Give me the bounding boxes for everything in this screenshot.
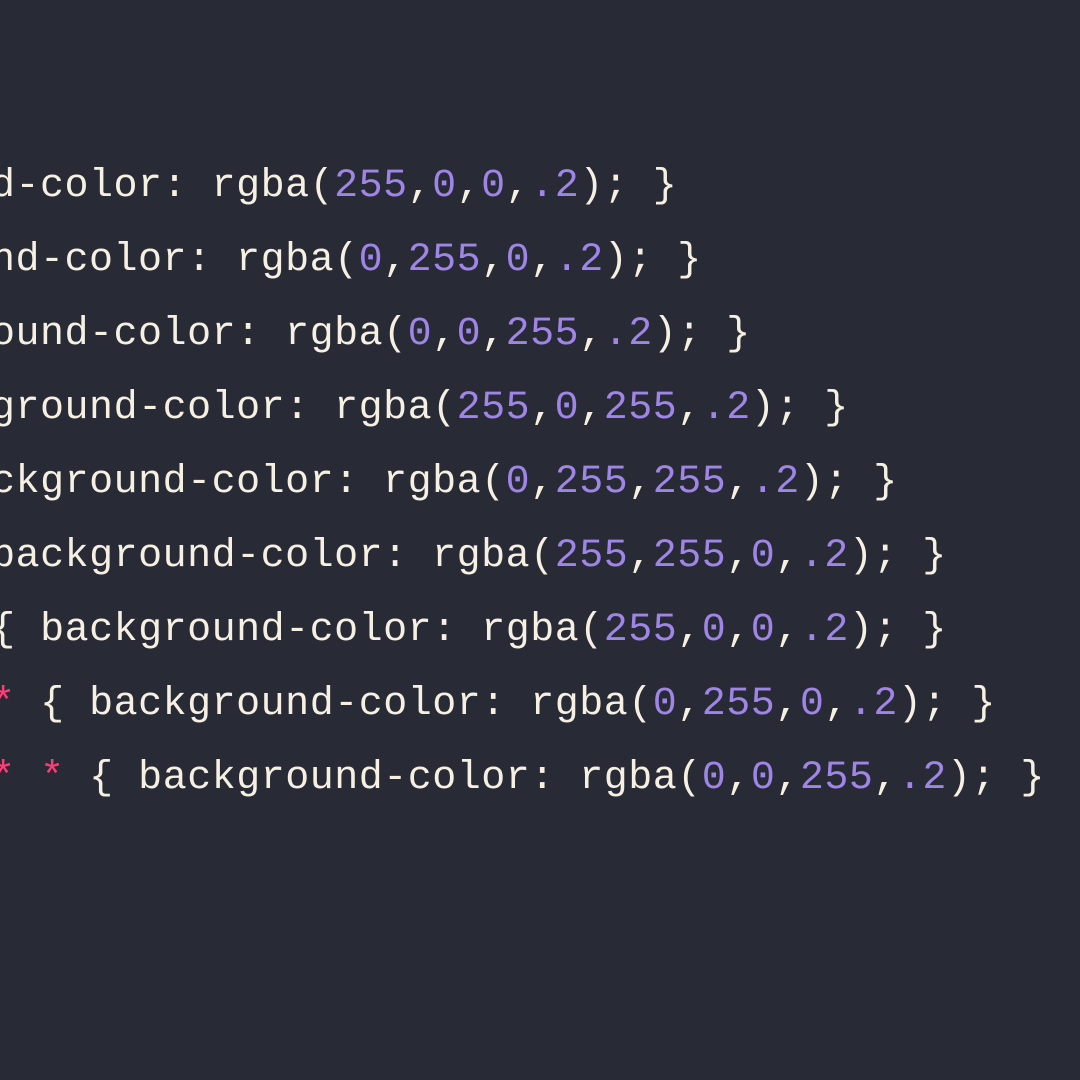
css-number-literal: 0 [702,608,727,653]
css-number-literal: 255 [653,534,727,579]
code-line[interactable]: * * * { background-color: rgba(255,255,0… [0,520,1045,594]
css-token: , [775,682,800,727]
css-token: ); } [751,386,849,431]
code-line[interactable]: background-color: rgba(0,255,0,.2); } [0,224,1045,298]
css-number-literal: 255 [800,756,874,801]
css-number-literal: .2 [898,756,947,801]
css-token [16,756,41,801]
css-token: , [775,534,800,579]
css-number-literal: 0 [506,238,531,283]
css-token: ); } [947,756,1045,801]
css-token: background-color: rgba( [0,238,359,283]
css-number-literal: 0 [751,608,776,653]
css-number-literal: 255 [555,460,629,505]
css-number-literal: 0 [506,460,531,505]
css-number-literal: 255 [408,238,482,283]
css-number-literal: 0 [751,534,776,579]
css-token: , [677,608,702,653]
code-line[interactable]: * * * * * { background-color: rgba(0,255… [0,668,1045,742]
css-number-literal: .2 [800,608,849,653]
css-token: , [530,460,555,505]
css-number-literal: .2 [530,164,579,209]
css-token: , [481,312,506,357]
css-token: , [383,238,408,283]
css-number-literal: 255 [702,682,776,727]
css-token: { background-color: rgba( [16,682,653,727]
css-number-literal: .2 [702,386,751,431]
css-token: , [530,238,555,283]
css-number-literal: 0 [408,312,433,357]
css-token: ); } [604,238,702,283]
css-token: , [408,164,433,209]
css-token: , [432,312,457,357]
css-number-literal: .2 [555,238,604,283]
css-token: , [677,386,702,431]
css-token: { background-color: rgba( [0,312,408,357]
css-number-literal: .2 [751,460,800,505]
css-number-literal: 0 [432,164,457,209]
css-token: ); } [849,534,947,579]
css-token: , [873,756,898,801]
css-selector-star: * [0,682,16,727]
css-number-literal: 255 [457,386,531,431]
css-token: , [457,164,482,209]
css-token: , [628,534,653,579]
css-number-literal: .2 [849,682,898,727]
css-token: ); } [898,682,996,727]
css-token: ackground-color: rgba( [0,164,334,209]
code-line[interactable]: * * { background-color: rgba(0,255,255,.… [0,446,1045,520]
css-number-literal: 0 [481,164,506,209]
css-token: , [506,164,531,209]
css-token: ); } [653,312,751,357]
css-number-literal: 0 [800,682,825,727]
css-number-literal: 0 [653,682,678,727]
code-line[interactable]: * * * * { background-color: rgba(255,0,0… [0,594,1045,668]
css-token: , [726,534,751,579]
css-token: , [530,386,555,431]
css-token: ); } [800,460,898,505]
css-token: , [481,238,506,283]
css-token: , [824,682,849,727]
css-token: ); } [849,608,947,653]
css-token: , [579,386,604,431]
css-token: , [726,608,751,653]
css-token: , [677,682,702,727]
code-line[interactable]: ackground-color: rgba(255,0,0,.2); } [0,150,1045,224]
css-number-literal: 0 [555,386,580,431]
css-token: , [726,460,751,505]
css-token: , [775,608,800,653]
css-token: { background-color: rgba( [0,386,457,431]
code-editor[interactable]: ackground-color: rgba(255,0,0,.2); }back… [0,150,1045,816]
css-number-literal: .2 [604,312,653,357]
css-number-literal: 0 [702,756,727,801]
code-line[interactable]: * * * * * * { background-color: rgba(0,0… [0,742,1045,816]
css-number-literal: .2 [800,534,849,579]
code-line[interactable]: { background-color: rgba(0,0,255,.2); } [0,298,1045,372]
css-number-literal: 0 [359,238,384,283]
css-token: { background-color: rgba( [0,460,506,505]
css-token: { background-color: rgba( [0,608,604,653]
css-selector-star: * [0,756,16,801]
css-token: ); } [579,164,677,209]
css-token: { background-color: rgba( [65,756,702,801]
css-token: , [775,756,800,801]
css-number-literal: 255 [604,386,678,431]
css-number-literal: 0 [751,756,776,801]
css-number-literal: 255 [506,312,580,357]
css-number-literal: 255 [653,460,727,505]
css-number-literal: 255 [604,608,678,653]
css-number-literal: 0 [457,312,482,357]
css-number-literal: 255 [555,534,629,579]
code-line[interactable]: * { background-color: rgba(255,0,255,.2)… [0,372,1045,446]
css-selector-star: * [40,756,65,801]
css-token: , [628,460,653,505]
css-token: , [579,312,604,357]
css-token: { background-color: rgba( [0,534,555,579]
css-token: , [726,756,751,801]
css-number-literal: 255 [334,164,408,209]
